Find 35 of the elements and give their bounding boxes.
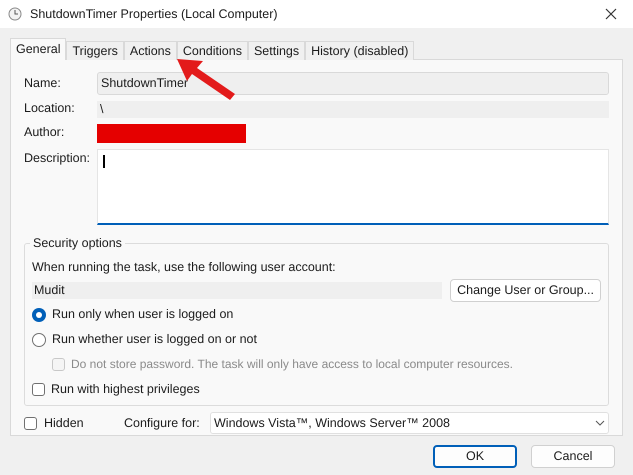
option-label: Run whether user is logged on or not (52, 332, 257, 347)
cancel-button[interactable]: Cancel (531, 445, 615, 468)
hidden-label: Hidden (44, 416, 85, 430)
tab[interactable]: Actions (124, 41, 177, 60)
ok-button[interactable]: OK (433, 445, 517, 468)
window-title: ShutdownTimer Properties (Local Computer) (30, 6, 278, 22)
checkbox[interactable] (32, 383, 45, 396)
configure-dropdown[interactable]: Windows Vista™, Windows Server™ 2008 (210, 412, 609, 434)
field-label: Name: (24, 76, 62, 91)
radio-button[interactable] (32, 332, 46, 346)
tab[interactable]: Settings (248, 41, 306, 60)
change-user-button[interactable]: Change User or Group... (450, 279, 601, 302)
clock-icon (8, 7, 22, 21)
group-title: Security options (30, 235, 125, 251)
tab[interactable]: Conditions (176, 41, 248, 60)
tab[interactable]: Triggers (66, 41, 124, 60)
option-label: Run with highest privileges (51, 382, 200, 397)
description-field[interactable] (97, 149, 609, 225)
tab[interactable]: History (disabled) (305, 41, 414, 60)
text-cursor (103, 155, 105, 168)
radio-button[interactable] (32, 308, 46, 322)
chevron-down-icon (595, 420, 605, 426)
account-prompt: When running the task, use the following user account: (32, 260, 337, 275)
field-label: Location: (24, 101, 76, 116)
option-label: Do not store password. The task will only have access to local computer resources. (71, 357, 513, 372)
configure-label: Configure for: (124, 416, 201, 430)
name-field[interactable]: ShutdownTimer (97, 72, 609, 95)
close-icon[interactable] (605, 8, 617, 20)
tab[interactable]: General (10, 38, 66, 60)
option-label: Run only when user is logged on (52, 307, 234, 322)
field-label: Author: (24, 125, 66, 140)
field-label: Description: (24, 151, 91, 166)
checkbox[interactable] (24, 416, 37, 430)
location-field: \ (97, 101, 609, 118)
account-field: Mudit (32, 282, 442, 299)
